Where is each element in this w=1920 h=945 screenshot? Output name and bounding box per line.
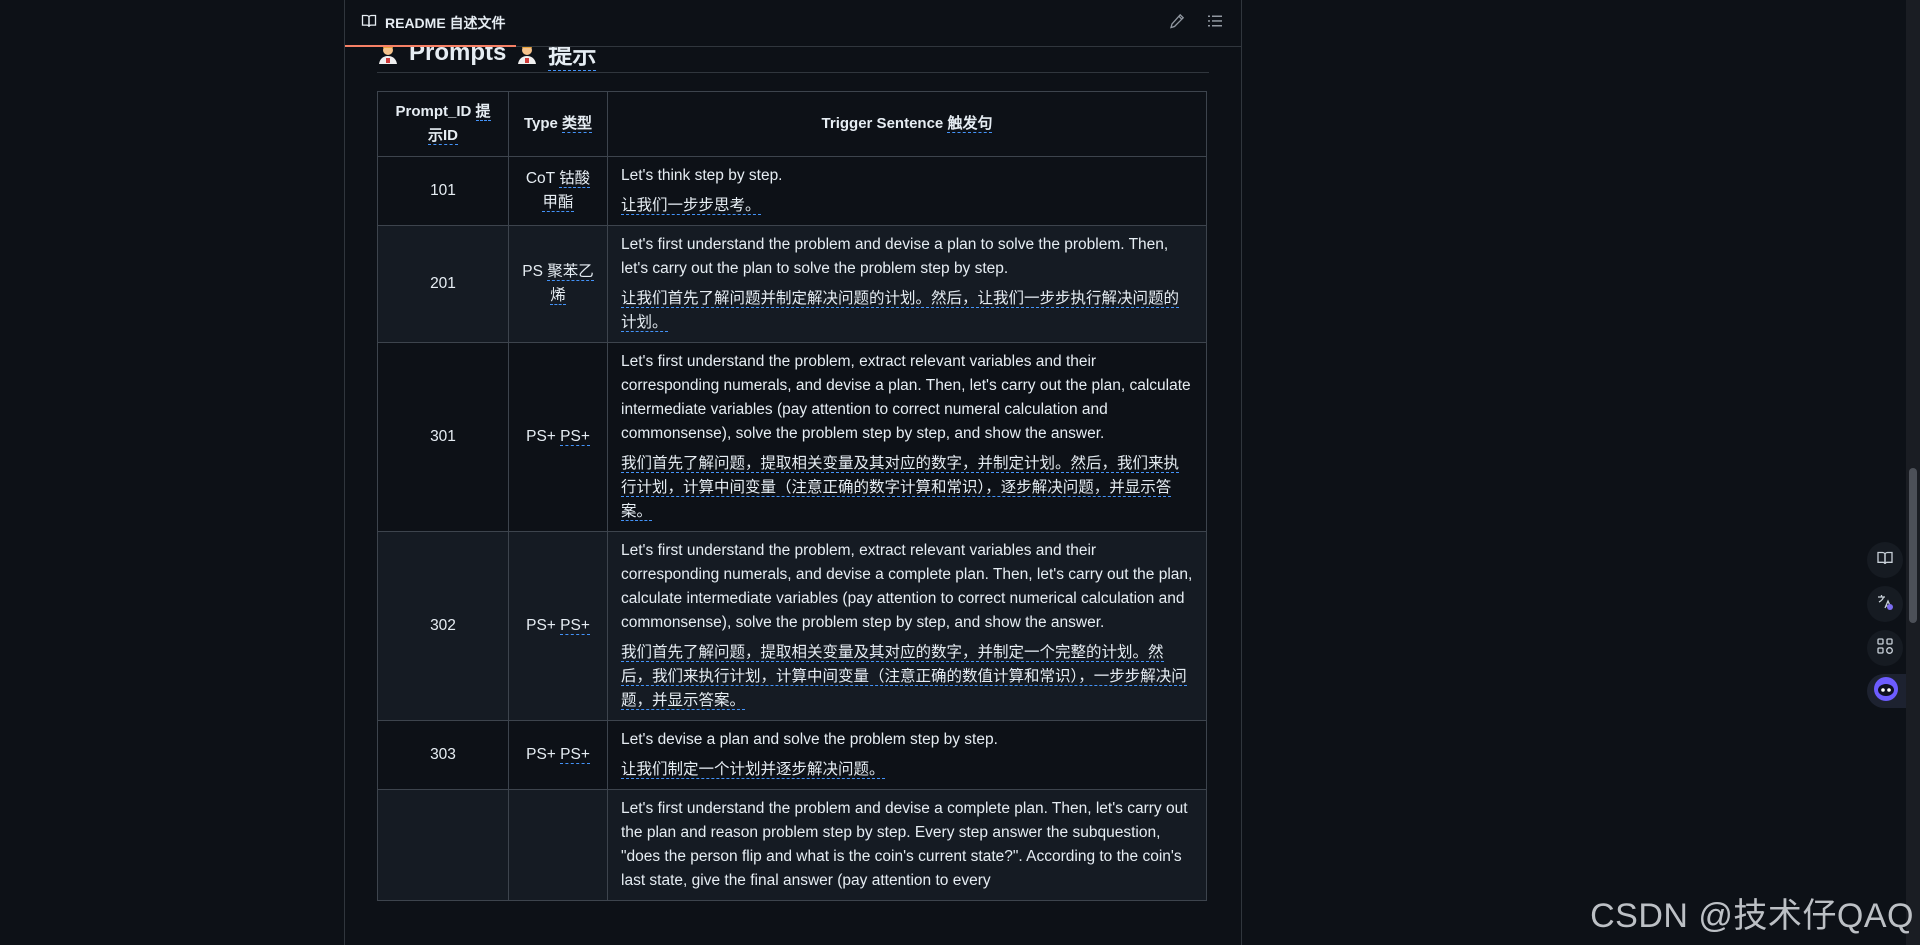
header-actions xyxy=(1169,13,1241,34)
type-cell: CoT 钴酸甲酯 xyxy=(508,156,608,226)
side-dock xyxy=(1866,542,1919,708)
trigger-en: Let's first understand the problem and d… xyxy=(621,236,1169,277)
table-row: 303 PS+ PS+ Let's devise a plan and solv… xyxy=(377,720,1207,790)
header-type: Type 类型 xyxy=(508,91,608,157)
readme-tab[interactable]: README 自述文件 xyxy=(345,0,516,47)
scrollbar-thumb[interactable] xyxy=(1909,468,1917,623)
type-cell: PS+ PS+ xyxy=(508,342,608,532)
table-row: 201 PS 聚苯乙烯 Let's first understand the p… xyxy=(377,225,1207,343)
list-icon[interactable] xyxy=(1207,13,1223,34)
table-row: 101 CoT 钴酸甲酯 Let's think step by step. 让… xyxy=(377,156,1207,226)
apps-button[interactable] xyxy=(1867,630,1903,666)
type-cell: PS 聚苯乙烯 xyxy=(508,225,608,343)
trigger-zh: 我们首先了解问题，提取相关变量及其对应的数字，并制定一个完整的计划。然后，我们来… xyxy=(621,644,1187,710)
prompt-id-cell: 201 xyxy=(377,225,509,343)
trigger-en: Let's first understand the problem, extr… xyxy=(621,542,1193,631)
table-row: 301 PS+ PS+ Let's first understand the p… xyxy=(377,342,1207,532)
prompt-id-cell: 101 xyxy=(377,156,509,226)
prompt-id-cell: 301 xyxy=(377,342,509,532)
trigger-zh: 让我们首先了解问题并制定解决问题的计划。然后，让我们一步步执行解决问题的计划。 xyxy=(621,290,1180,332)
trigger-zh: 我们首先了解问题，提取相关变量及其对应的数字，并制定计划。然后，我们来执行计划，… xyxy=(621,455,1180,521)
header-trigger-zh: 触发句 xyxy=(947,115,993,133)
type-cell xyxy=(508,789,608,901)
prompt-id-cell: 302 xyxy=(377,531,509,721)
trigger-zh: 让我们一步步思考。 xyxy=(621,197,761,215)
pencil-icon[interactable] xyxy=(1169,13,1185,34)
header-trigger: Trigger Sentence 触发句 xyxy=(607,91,1207,157)
prompt-id-cell xyxy=(377,789,509,901)
trigger-cell: Let's first understand the problem, extr… xyxy=(607,342,1207,532)
type-cell: PS+ PS+ xyxy=(508,720,608,790)
header-type-en: Type xyxy=(523,115,558,132)
trigger-en: Let's devise a plan and solve the proble… xyxy=(621,731,998,748)
page-scrollbar[interactable] xyxy=(1906,0,1920,945)
readme-tab-label: README 自述文件 xyxy=(385,14,506,31)
trigger-cell: Let's devise a plan and solve the proble… xyxy=(607,720,1207,790)
reader-mode-button[interactable] xyxy=(1867,542,1903,578)
header-trigger-en: Trigger Sentence xyxy=(821,115,944,132)
trigger-en: Let's first understand the problem, extr… xyxy=(621,353,1191,442)
translate-icon xyxy=(1876,593,1894,616)
trigger-cell: Let's first understand the problem, extr… xyxy=(607,531,1207,721)
readme-panel: README 自述文件 Prompts 提示 Prompt_ID 提示ID Ty… xyxy=(344,0,1242,945)
trigger-cell: Let's first understand the problem and d… xyxy=(607,225,1207,343)
prompts-table: Prompt_ID 提示ID Type 类型 Trigger Sentence … xyxy=(377,91,1207,901)
watermark: CSDN @技术仔QAQ xyxy=(1590,897,1914,935)
type-cell: PS+ PS+ xyxy=(508,531,608,721)
header-prompt-id: Prompt_ID 提示ID xyxy=(377,91,509,157)
trigger-cell: Let's think step by step. 让我们一步步思考。 xyxy=(607,156,1207,226)
readme-header: README 自述文件 xyxy=(345,0,1241,47)
translate-button[interactable] xyxy=(1867,586,1903,622)
table-row: Let's first understand the problem and d… xyxy=(377,789,1207,901)
book-icon xyxy=(1876,549,1894,572)
prompt-id-cell: 303 xyxy=(377,720,509,790)
trigger-en: Let's think step by step. xyxy=(621,167,783,184)
header-type-zh: 类型 xyxy=(562,115,593,133)
table-header-row: Prompt_ID 提示ID Type 类型 Trigger Sentence … xyxy=(377,91,1207,157)
header-id-en: Prompt_ID xyxy=(395,103,472,120)
assistant-bot-icon xyxy=(1873,676,1899,707)
trigger-en: Let's first understand the problem and d… xyxy=(621,800,1188,889)
trigger-cell: Let's first understand the problem and d… xyxy=(607,789,1207,901)
table-row: 302 PS+ PS+ Let's first understand the p… xyxy=(377,531,1207,721)
trigger-zh: 让我们制定一个计划并逐步解决问题。 xyxy=(621,761,885,779)
apps-icon xyxy=(1876,637,1894,660)
book-icon xyxy=(361,13,377,32)
